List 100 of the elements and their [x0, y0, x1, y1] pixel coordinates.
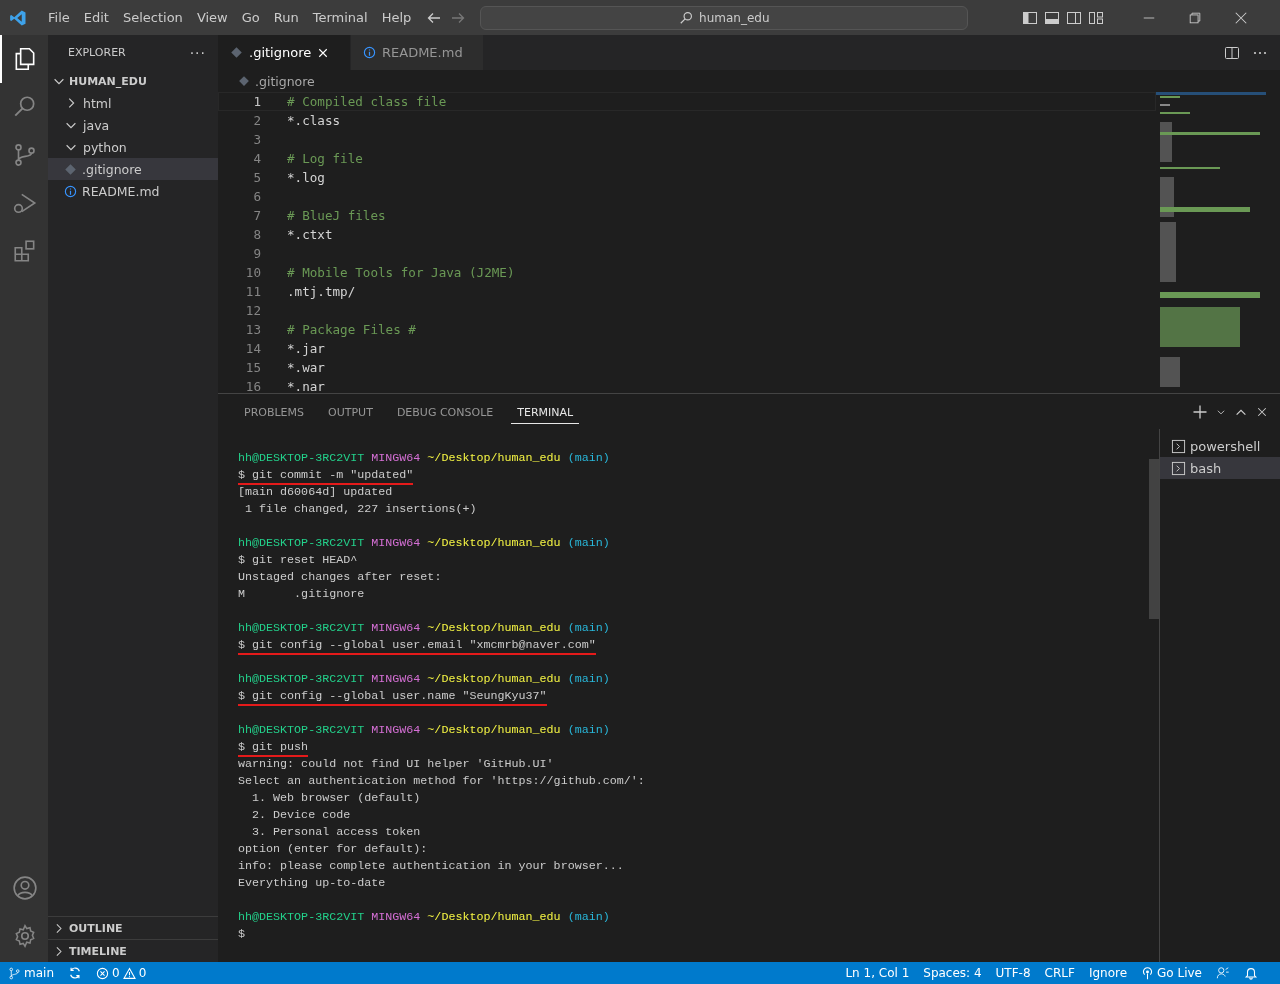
terminal-command: $ git config --global user.name "SeungKyu37": [238, 689, 547, 706]
close-icon[interactable]: [317, 46, 330, 59]
prompt-branch: (main): [567, 723, 610, 737]
editor-tab[interactable]: .gitignore: [218, 35, 351, 70]
line-number: 8: [252, 227, 261, 242]
line-number: 12: [244, 303, 261, 318]
terminal-icon: [1171, 460, 1186, 476]
toggle-panel-icon[interactable]: [1044, 9, 1061, 26]
terminal-output: 2. Device code: [251, 808, 351, 822]
go-live-button[interactable]: Go Live: [1141, 966, 1202, 980]
sync-icon[interactable]: [68, 966, 82, 980]
tree-item[interactable]: .gitignore: [48, 158, 218, 180]
terminal-output: [main d60064d] updated: [238, 485, 393, 499]
menu-item[interactable]: File: [41, 10, 77, 25]
sidebar-title: EXPLORER: [68, 46, 126, 59]
more-actions-button[interactable]: ···: [189, 44, 206, 61]
toggle-sidebar-icon[interactable]: [1022, 9, 1039, 26]
status-item[interactable]: Spaces: 4: [923, 966, 982, 980]
code-line: *.ctxt: [287, 227, 333, 242]
editor-tab[interactable]: README.md: [351, 35, 484, 70]
prompt-path: ~/Desktop/human_edu: [427, 536, 561, 550]
line-number: 14: [244, 341, 261, 356]
search-icon: [679, 10, 694, 25]
terminal-output: info: please complete authentication in your browser...: [238, 859, 624, 873]
panel-tab[interactable]: OUTPUT: [322, 399, 379, 424]
scrollbar-thumb[interactable]: [1149, 459, 1159, 619]
prompt-path: ~/Desktop/human_edu: [427, 672, 561, 686]
prompt-branch: (main): [567, 621, 610, 635]
prompt-branch: (main): [567, 910, 610, 924]
info-icon: [363, 46, 376, 59]
status-item[interactable]: Ln 1, Col 1: [845, 966, 910, 980]
prompt-path: ~/Desktop/human_edu: [427, 621, 561, 635]
status-item[interactable]: Ignore: [1088, 966, 1128, 980]
prompt-path: ~/Desktop/human_edu: [427, 723, 561, 737]
line-number: 6: [252, 189, 261, 204]
code-comment: # BlueJ files: [287, 208, 386, 223]
broadcast-icon: [1141, 966, 1155, 980]
split-layout-icon[interactable]: [1066, 9, 1083, 26]
settings-icon[interactable]: [12, 923, 38, 949]
panel-tab[interactable]: TERMINAL: [511, 399, 580, 424]
folder-header[interactable]: HUMAN_EDU: [48, 70, 218, 92]
tree-item[interactable]: html: [48, 92, 218, 114]
prompt-system: MINGW64: [371, 672, 421, 686]
prompt-system: MINGW64: [371, 536, 421, 550]
command-center[interactable]: human_edu: [480, 5, 969, 30]
prompt-user: hh@DESKTOP-3RC2VIT: [238, 621, 365, 635]
warning-icon: [122, 966, 136, 980]
info-icon: [64, 184, 77, 198]
prompt-system: MINGW64: [371, 723, 421, 737]
panel-tab[interactable]: PROBLEMS: [238, 399, 311, 424]
terminal-item[interactable]: bash: [1160, 457, 1280, 479]
menu-item[interactable]: Selection: [115, 10, 190, 25]
breadcrumb[interactable]: .gitignore: [255, 73, 315, 89]
line-number: 13: [244, 322, 261, 337]
panel-tab[interactable]: DEBUG CONSOLE: [390, 399, 500, 424]
prompt-branch: (main): [567, 672, 610, 686]
status-item[interactable]: CRLF: [1044, 966, 1075, 980]
code-line: *.log: [287, 170, 325, 185]
terminal-output: 1 file changed, 227 insertions(+): [244, 502, 477, 516]
prompt-path: ~/Desktop/human_edu: [427, 910, 561, 924]
source-control-icon[interactable]: [12, 142, 38, 168]
menu-item[interactable]: Go: [234, 10, 267, 25]
line-number: 15: [244, 360, 261, 375]
close-icon[interactable]: [1256, 405, 1268, 418]
prompt-system: MINGW64: [371, 451, 421, 465]
prompt-branch: (main): [567, 451, 610, 465]
terminal-output: 3. Personal access token: [251, 825, 421, 839]
problems-status[interactable]: 0 0: [96, 966, 147, 980]
prompt-user: hh@DESKTOP-3RC2VIT: [238, 672, 365, 686]
new-terminal-icon[interactable]: [1192, 403, 1208, 420]
notifications-icon[interactable]: [1244, 966, 1258, 980]
code-line: *.jar: [287, 341, 325, 356]
diamond-icon: [230, 46, 243, 59]
tree-item[interactable]: java: [48, 114, 218, 136]
terminal-command: $ git reset HEAD^: [238, 553, 358, 569]
menu-item[interactable]: Terminal: [305, 10, 375, 25]
section-header[interactable]: OUTLINE: [48, 916, 218, 939]
customize-layout-icon[interactable]: [1088, 9, 1105, 26]
split-editor-icon[interactable]: [1224, 44, 1240, 61]
line-number: 2: [252, 113, 261, 128]
close-icon[interactable]: [1234, 10, 1249, 25]
line-number: 5: [252, 170, 261, 185]
prompt-branch: (main): [567, 536, 610, 550]
status-item[interactable]: UTF-8: [995, 966, 1031, 980]
terminal-item[interactable]: powershell: [1160, 435, 1280, 457]
tree-item[interactable]: python: [48, 136, 218, 158]
menu-item[interactable]: Run: [266, 10, 306, 25]
menu-item[interactable]: View: [189, 10, 235, 25]
account-icon[interactable]: [12, 875, 38, 901]
feedback-icon[interactable]: [1216, 966, 1230, 980]
terminal-output: option (enter for default):: [238, 842, 428, 856]
tree-item[interactable]: README.md: [48, 180, 218, 202]
code-comment: # Package Files #: [287, 322, 416, 337]
terminal-output: Everything up-to-date: [238, 876, 386, 890]
branch-status[interactable]: main: [8, 966, 54, 980]
menu-item[interactable]: Help: [374, 10, 419, 25]
app-logo-icon: [9, 8, 27, 27]
terminal-output: M .gitignore: [238, 587, 365, 601]
restore-icon[interactable]: [1188, 10, 1203, 25]
menu-item[interactable]: Edit: [76, 10, 116, 25]
